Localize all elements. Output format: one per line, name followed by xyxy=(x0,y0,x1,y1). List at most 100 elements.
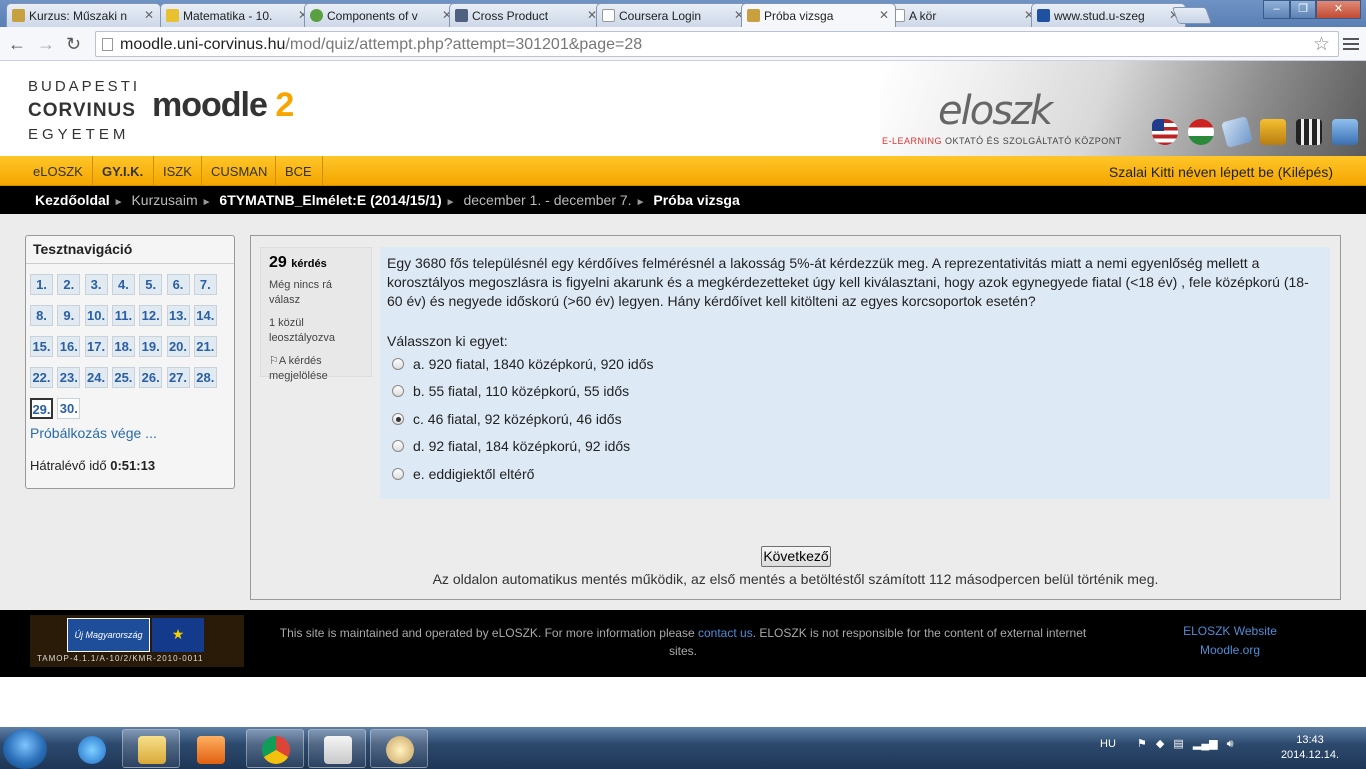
quiz-nav-button[interactable]: 30. xyxy=(57,398,81,419)
breadcrumb: Kezdőoldal ► Kurzusaim ► 6TYMATNB_Elmélet:… xyxy=(0,186,1366,214)
quiz-nav-button[interactable]: 8. xyxy=(30,305,53,326)
radio-button[interactable] xyxy=(392,468,404,480)
taskbar-chrome[interactable] xyxy=(246,729,304,768)
answer-option-c[interactable]: c. 46 fiatal, 92 középkorú, 46 idős xyxy=(392,411,622,427)
quiz-nav-button[interactable]: 11. xyxy=(111,305,135,326)
taskbar-ie[interactable] xyxy=(62,729,120,768)
radio-button-selected[interactable] xyxy=(392,413,404,425)
quiz-nav-button[interactable]: 26. xyxy=(139,367,163,388)
address-bar[interactable]: moodle.uni-corvinus.hu/mod/quiz/attempt.… xyxy=(95,31,1339,57)
browser-tab[interactable]: Cross Product ✕ xyxy=(449,3,604,27)
close-icon[interactable]: ✕ xyxy=(144,8,154,22)
quiz-nav-button[interactable]: 5. xyxy=(139,274,163,295)
browser-tab[interactable]: A kör ✕ xyxy=(886,3,1041,27)
nav-gyik[interactable]: GY.I.K. xyxy=(102,164,143,179)
breadcrumb-courses[interactable]: Kurzusaim xyxy=(131,192,197,208)
finish-attempt-link[interactable]: Próbálkozás vége ... xyxy=(30,425,157,441)
action-center-flag-icon[interactable]: ⚑ xyxy=(1137,738,1147,750)
moodle-org-link[interactable]: Moodle.org xyxy=(1160,641,1300,660)
flag-question[interactable]: ⚐A kérdés megjelölése xyxy=(269,354,363,384)
quiz-nav-button[interactable]: 21. xyxy=(193,336,217,357)
forward-icon[interactable]: → xyxy=(37,34,55,55)
back-icon[interactable]: ← xyxy=(8,34,26,55)
bookmark-star-icon[interactable]: ☆ xyxy=(1313,33,1330,56)
taskbar-media-player[interactable] xyxy=(181,729,239,768)
radio-button[interactable] xyxy=(392,358,404,370)
browser-tab[interactable]: Matematika - 10. ✕ xyxy=(160,3,315,27)
signal-icon[interactable]: ▂▄▆ xyxy=(1193,738,1218,750)
close-window-button[interactable]: ✕ xyxy=(1316,0,1361,19)
menu-icon[interactable] xyxy=(1343,38,1359,50)
quiz-nav-button[interactable]: 29. xyxy=(30,398,53,419)
quiz-nav-button[interactable]: 19. xyxy=(139,336,163,357)
quiz-nav-button[interactable]: 3. xyxy=(84,274,108,295)
top-navigation: eLOSZK GY.I.K. ISZK CUSMAN BCE Szalai Ki… xyxy=(0,156,1366,186)
nav-cusman[interactable]: CUSMAN xyxy=(211,164,267,179)
close-icon[interactable]: ✕ xyxy=(879,8,889,22)
language-indicator[interactable]: HU xyxy=(1100,738,1116,750)
taskbar-paint[interactable] xyxy=(370,729,428,768)
quiz-nav-button[interactable]: 24. xyxy=(84,367,108,388)
taskbar-app[interactable] xyxy=(308,729,366,768)
moodle-logo: moodle 2 xyxy=(152,86,294,124)
quiz-nav-button[interactable]: 7. xyxy=(193,274,217,295)
hungarian-flag-icon[interactable] xyxy=(1188,119,1214,145)
answer-option-a[interactable]: a. 920 fiatal, 1840 középkorú, 920 idős xyxy=(392,356,654,372)
quiz-nav-button[interactable]: 6. xyxy=(166,274,190,295)
login-info[interactable]: Szalai Kitti néven lépett be (Kilépés) xyxy=(1109,164,1333,180)
browser-tab-active[interactable]: Próba vizsga ✕ xyxy=(741,3,896,27)
quiz-nav-button[interactable]: 28. xyxy=(193,367,217,388)
nav-iszk[interactable]: ISZK xyxy=(163,164,192,179)
quiz-nav-button[interactable]: 1. xyxy=(30,274,53,295)
browser-tab[interactable]: www.stud.u-szeg✕ xyxy=(1031,3,1186,27)
radio-button[interactable] xyxy=(392,440,404,452)
start-button[interactable] xyxy=(3,729,47,769)
next-button[interactable]: Következő xyxy=(761,546,831,567)
answer-option-e[interactable]: e. eddigiektől eltérő xyxy=(392,466,534,482)
quiz-nav-button[interactable]: 14. xyxy=(193,305,217,326)
nav-eloszk[interactable]: eLOSZK xyxy=(33,164,83,179)
quiz-nav-button[interactable]: 22. xyxy=(30,367,53,388)
new-tab-button[interactable] xyxy=(1171,7,1213,24)
quiz-nav-button[interactable]: 10. xyxy=(84,305,108,326)
quiz-nav-button[interactable]: 2. xyxy=(57,274,81,295)
radio-button[interactable] xyxy=(392,385,404,397)
quiz-nav-button[interactable]: 17. xyxy=(84,336,108,357)
dropbox-icon[interactable]: ◆ xyxy=(1156,738,1164,750)
quiz-nav-button[interactable]: 25. xyxy=(111,367,135,388)
minimize-button[interactable]: – xyxy=(1263,0,1290,19)
maximize-button[interactable]: ❐ xyxy=(1290,0,1316,19)
quiz-nav-button[interactable]: 4. xyxy=(111,274,135,295)
browser-tab[interactable]: Coursera Login ✕ xyxy=(596,3,751,27)
system-clock[interactable]: 13:43 2014.12.14. xyxy=(1278,733,1342,763)
nav-bce[interactable]: BCE xyxy=(285,164,312,179)
book-icon[interactable] xyxy=(1260,119,1286,145)
quiz-nav-button[interactable]: 23. xyxy=(57,367,81,388)
breadcrumb-course[interactable]: 6TYMATNB_Elmélet:E (2014/15/1) xyxy=(219,192,441,208)
quiz-nav-button[interactable]: 20. xyxy=(166,336,190,357)
quiz-nav-button[interactable]: 15. xyxy=(30,336,53,357)
eloszk-website-link[interactable]: ELOSZK Website xyxy=(1160,622,1300,641)
breadcrumb-week[interactable]: december 1. - december 7. xyxy=(463,192,631,208)
contact-link[interactable]: contact us xyxy=(698,626,753,640)
reload-icon[interactable]: ↻ xyxy=(66,34,81,55)
quiz-nav-button[interactable]: 13. xyxy=(166,305,190,326)
breadcrumb-home[interactable]: Kezdőoldal xyxy=(35,192,110,208)
quiz-nav-button[interactable]: 12. xyxy=(139,305,163,326)
answer-option-b[interactable]: b. 55 fiatal, 110 középkorú, 55 idős xyxy=(392,383,629,399)
volume-icon[interactable]: 🔊︎ xyxy=(1227,738,1234,750)
quiz-nav-button[interactable]: 9. xyxy=(57,305,81,326)
quiz-nav-button[interactable]: 27. xyxy=(166,367,190,388)
moodle-favicon-icon xyxy=(747,9,760,22)
taskbar-explorer[interactable] xyxy=(122,729,180,768)
browser-toolbar: ← → ↻ moodle.uni-corvinus.hu/mod/quiz/at… xyxy=(0,27,1366,61)
quiz-nav-button[interactable]: 16. xyxy=(57,336,81,357)
clapperboard-icon[interactable] xyxy=(1296,119,1322,145)
browser-tab[interactable]: Kurzus: Műszaki n ✕ xyxy=(6,3,161,27)
finder-icon[interactable] xyxy=(1332,119,1358,145)
answer-option-d[interactable]: d. 92 fiatal, 184 középkorú, 92 idős xyxy=(392,438,630,454)
english-flag-icon[interactable] xyxy=(1152,119,1178,145)
browser-tab[interactable]: Components of v ✕ xyxy=(304,3,459,27)
quiz-nav-button[interactable]: 18. xyxy=(111,336,135,357)
network-icon[interactable]: ▤ xyxy=(1173,738,1183,750)
